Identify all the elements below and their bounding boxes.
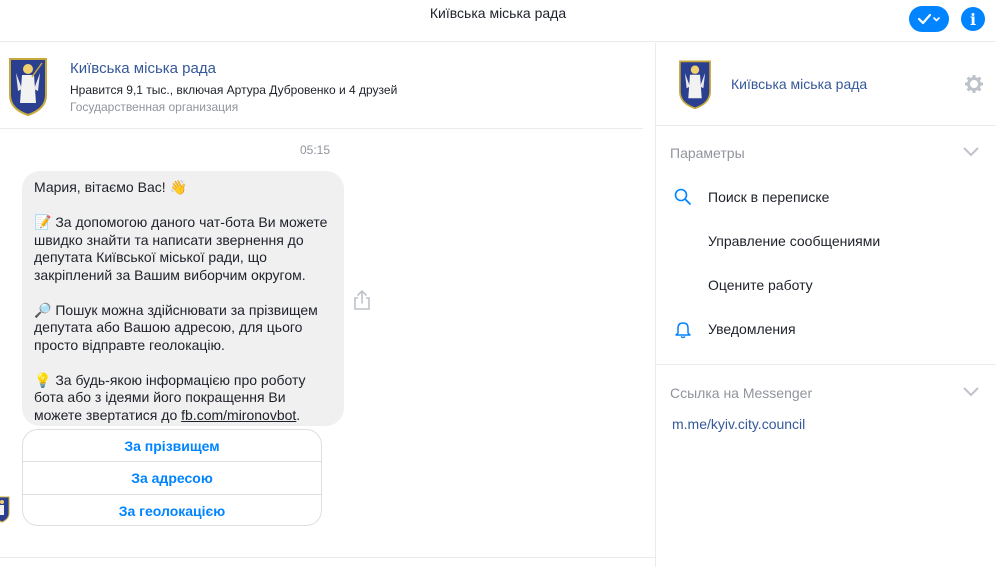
share-icon[interactable] [352, 289, 372, 311]
params-section-header[interactable]: Параметры [656, 137, 996, 167]
menu-item-label: Оцените работу [708, 277, 813, 293]
menu-item-rate[interactable]: Оцените работу [656, 270, 996, 300]
check-dropdown-button[interactable] [909, 6, 949, 32]
menu-item-label: Поиск в переписке [708, 189, 830, 205]
params-label: Параметры [670, 145, 745, 161]
menu-item-notifications[interactable]: Уведомления [656, 314, 996, 344]
info-page-avatar[interactable] [676, 58, 714, 110]
menu-item-label: Уведомления [708, 321, 796, 337]
quick-replies: За прізвищем За адресою За геолокацією [22, 429, 322, 526]
chevron-down-icon[interactable] [962, 146, 980, 158]
info-page-name[interactable]: Київська міська рада [731, 76, 867, 92]
message-paragraph-search: 🔎 Пошук можна здійснювати за прізвищем д… [34, 301, 318, 353]
info-button[interactable]: i [961, 7, 985, 31]
messenger-link[interactable]: m.me/kyiv.city.council [672, 416, 805, 432]
quick-reply-surname-button[interactable]: За прізвищем [23, 430, 321, 463]
message-bubble: Мария, вітаємо Вас! 👋 📝 За допомогою дан… [22, 171, 344, 426]
page-likes: Нравится 9,1 тыс., включая Артура Дубров… [70, 83, 398, 97]
section-divider [656, 364, 996, 365]
page-category: Государственная организация [70, 100, 239, 114]
menu-item-search[interactable]: Поиск в переписке [656, 182, 996, 212]
composer-divider [0, 557, 655, 558]
info-header: Київська міська рада [656, 43, 996, 126]
message-paragraph-about: 📝 За допомогою даного чат-бота Ви можете… [34, 214, 328, 283]
message-tail: . [296, 406, 301, 423]
message-greeting: Мария, вітаємо Вас! 👋 [34, 179, 187, 195]
messenger-label: Ссылка на Messenger [670, 385, 813, 401]
quick-reply-geolocation-button[interactable]: За геолокацією [23, 495, 321, 525]
info-icon: i [969, 9, 977, 29]
menu-item-label: Управление сообщениями [708, 233, 881, 249]
quick-reply-address-button[interactable]: За адресою [23, 462, 321, 495]
top-bar: Київська міська рада i [0, 0, 996, 42]
search-icon [674, 188, 691, 205]
bell-icon [675, 322, 691, 339]
message-link[interactable]: fb.com/mironovbot [181, 407, 296, 423]
message-timestamp: 05:15 [300, 143, 331, 157]
messenger-section-header[interactable]: Ссылка на Messenger [656, 377, 996, 407]
gear-icon[interactable] [964, 74, 984, 94]
conversation-title: Київська міська рада [429, 5, 567, 21]
check-dropdown-icon [917, 13, 940, 25]
chat-header: Київська міська рада Нравится 9,1 тыс., … [0, 43, 643, 129]
page-avatar[interactable] [6, 55, 50, 117]
chevron-down-icon[interactable] [962, 386, 980, 398]
message-paragraph-contact: 💡 За будь-якою інформацією про роботу бо… [34, 372, 332, 425]
sender-avatar [0, 496, 10, 523]
page-name-link[interactable]: Київська міська рада [70, 60, 216, 77]
menu-item-manage-messages[interactable]: Управление сообщениями [656, 226, 996, 256]
